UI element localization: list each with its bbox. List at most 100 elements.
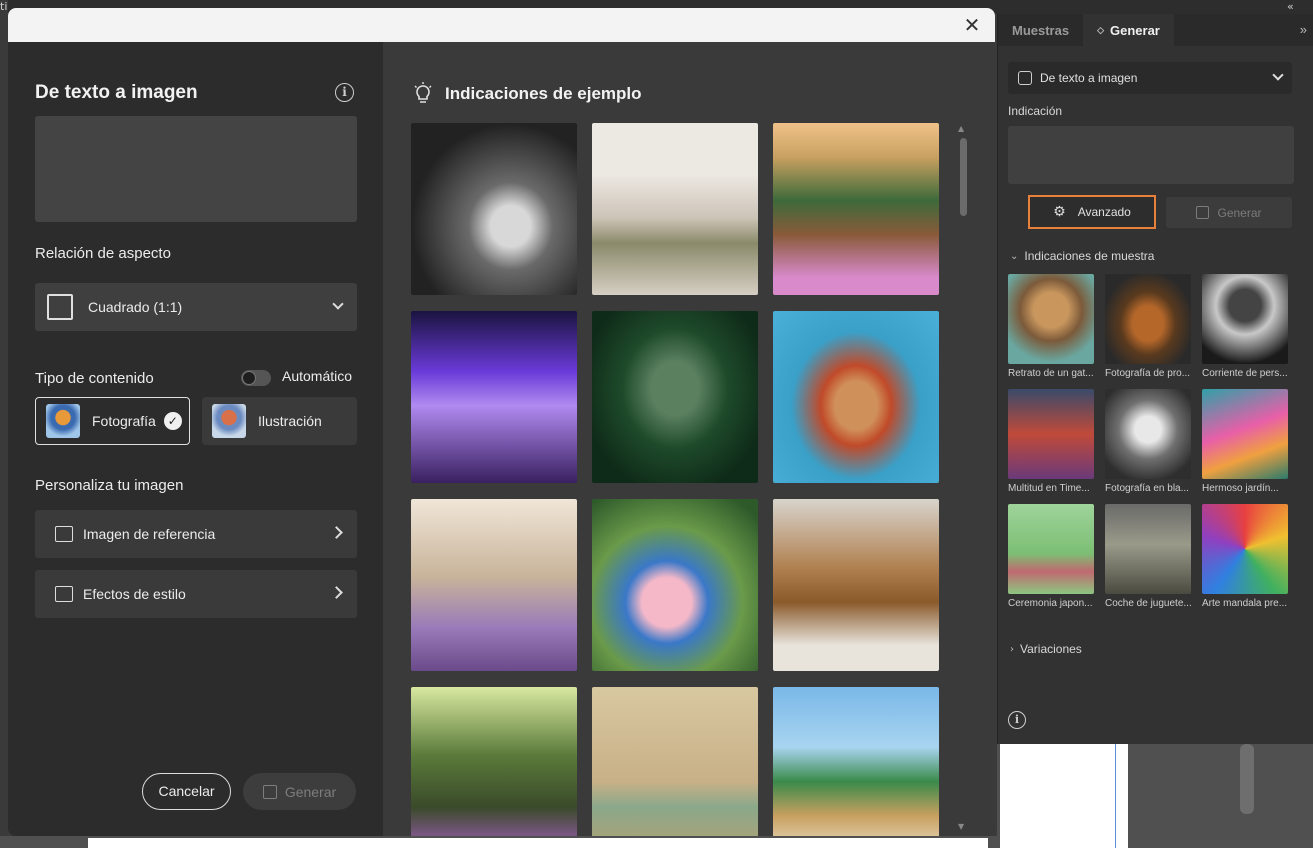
close-icon[interactable]: ✕	[959, 12, 985, 38]
sample-item[interactable]: Retrato de un gat...	[1008, 274, 1096, 379]
chevron-down-icon	[1272, 69, 1284, 81]
sample-item[interactable]: Fotografía de pro...	[1105, 274, 1193, 379]
content-type-photo-label: Fotografía	[92, 413, 156, 429]
sample-item[interactable]: Fotografía en bla...	[1105, 389, 1193, 494]
advanced-button[interactable]: ⚙ Avanzado	[1028, 195, 1156, 229]
sample-item[interactable]: Ceremonia japon...	[1008, 504, 1096, 609]
cancel-button[interactable]: Cancelar	[142, 773, 231, 810]
sample-thumbnail	[1008, 389, 1094, 479]
style-effects-label: Efectos de estilo	[83, 586, 186, 602]
sample-thumbnail	[1202, 504, 1288, 594]
sample-caption: Hermoso jardín...	[1202, 483, 1279, 494]
sample-item[interactable]: Corriente de pers...	[1202, 274, 1290, 379]
tab-generar-label: Generar	[1110, 22, 1160, 38]
sample-caption: Fotografía en bla...	[1105, 483, 1189, 494]
sample-item[interactable]: Arte mandala pre...	[1202, 504, 1290, 609]
generate-panel: Muestras ◇ Generar » De texto a imagen In…	[997, 14, 1313, 744]
example-image-fashion[interactable]	[773, 499, 939, 671]
aspect-ratio-select[interactable]: Cuadrado (1:1)	[35, 283, 357, 331]
panel-tabs: Muestras ◇ Generar »	[998, 14, 1313, 46]
app-left-edge	[0, 0, 8, 848]
sample-grid: Retrato de un gat... Fotografía de pro..…	[1008, 274, 1296, 609]
example-image-beach-house[interactable]	[773, 687, 939, 836]
content-type-illustration-label: Ilustración	[258, 413, 322, 429]
toggle-knob	[242, 371, 256, 385]
generate-button[interactable]: Generar	[243, 773, 356, 810]
panel-generate-button[interactable]: Generar	[1166, 197, 1292, 228]
example-image-still-life[interactable]	[592, 687, 758, 836]
example-image-statue[interactable]	[592, 311, 758, 483]
chevron-right-icon: ›	[1010, 643, 1014, 655]
dialog-header: ✕	[8, 8, 995, 42]
style-effects-icon	[55, 586, 73, 602]
examples-title: Indicaciones de ejemplo	[445, 84, 642, 103]
sample-thumbnail	[1008, 274, 1094, 364]
example-image-lavender-hall[interactable]	[411, 499, 577, 671]
sample-item[interactable]: Hermoso jardín...	[1202, 389, 1290, 494]
checkmark-icon: ✓	[163, 412, 182, 430]
sample-thumbnail	[1105, 504, 1191, 594]
info-icon[interactable]: i	[335, 83, 354, 102]
content-type-label: Tipo de contenido	[35, 370, 154, 387]
sample-item[interactable]: Multitud en Time...	[1008, 389, 1096, 494]
generate-icon	[1196, 206, 1210, 219]
prompt-label: Indicación	[1008, 104, 1063, 118]
example-image-bird[interactable]	[592, 499, 758, 671]
sample-item[interactable]: Coche de juguete...	[1105, 504, 1193, 609]
panel-collapse-icon[interactable]: »	[1300, 22, 1307, 37]
chevron-right-icon	[330, 586, 343, 599]
text-to-image-dialog: ✕ De texto a imagen i Relación de aspect…	[8, 8, 995, 836]
collapse-panels-icon[interactable]: «	[1287, 0, 1294, 13]
reference-image-icon	[55, 526, 73, 542]
tab-dot-icon: ◇	[1097, 24, 1104, 35]
example-image-birthday[interactable]	[411, 311, 577, 483]
gallery-scrollbar[interactable]: ▲ ▼	[957, 124, 969, 832]
generate-icon	[262, 784, 277, 799]
style-effects-button[interactable]: Efectos de estilo	[35, 570, 357, 618]
samples-section-header[interactable]: ⌄ Indicaciones de muestra	[1010, 249, 1154, 263]
scroll-up-icon[interactable]: ▲	[958, 124, 964, 133]
document-scrollbar[interactable]	[1240, 744, 1254, 814]
sample-thumbnail	[1105, 274, 1191, 364]
samples-label: Indicaciones de muestra	[1024, 249, 1155, 263]
info-icon[interactable]: i	[1008, 711, 1026, 729]
document-canvas	[88, 838, 988, 848]
dialog-title: De texto a imagen	[35, 82, 198, 103]
mode-select[interactable]: De texto a imagen	[1008, 62, 1292, 94]
advanced-label: Avanzado	[1077, 205, 1131, 219]
auto-toggle[interactable]	[241, 370, 271, 386]
tab-generar[interactable]: ◇ Generar	[1083, 14, 1174, 46]
scroll-down-icon[interactable]: ▼	[958, 822, 964, 831]
example-gallery	[411, 123, 941, 836]
variations-label: Variaciones	[1020, 642, 1082, 656]
example-image-interior[interactable]	[592, 123, 758, 295]
sample-caption: Fotografía de pro...	[1105, 368, 1191, 379]
chevron-down-icon	[332, 298, 344, 310]
sample-caption: Retrato de un gat...	[1008, 368, 1094, 379]
square-icon	[47, 294, 73, 320]
examples-pane: Indicaciones de ejemplo ▲ ▼	[383, 42, 995, 836]
sample-thumbnail	[1202, 389, 1288, 479]
example-image-portrait[interactable]	[773, 311, 939, 483]
reference-image-button[interactable]: Imagen de referencia	[35, 510, 357, 558]
sample-caption: Coche de juguete...	[1105, 598, 1192, 609]
chevron-down-icon: ⌄	[1010, 250, 1019, 262]
prompt-input[interactable]	[35, 116, 357, 222]
content-type-photo[interactable]: Fotografía ✓	[35, 397, 190, 445]
content-type-illustration[interactable]: Ilustración	[202, 397, 357, 445]
generate-label: Generar	[284, 783, 337, 800]
gear-icon: ⚙	[1053, 204, 1066, 220]
sample-thumbnail	[1202, 274, 1288, 364]
scrollbar-thumb[interactable]	[960, 138, 967, 216]
sample-caption: Multitud en Time...	[1008, 483, 1090, 494]
example-image-marble[interactable]	[411, 123, 577, 295]
guide-line	[1115, 744, 1116, 848]
example-image-cat[interactable]	[773, 123, 939, 295]
lightbulb-icon	[414, 82, 432, 103]
example-image-forest[interactable]	[411, 687, 577, 836]
tab-muestras[interactable]: Muestras	[998, 14, 1083, 46]
variations-section-header[interactable]: › Variaciones	[1010, 642, 1082, 656]
sample-thumbnail	[1105, 389, 1191, 479]
customize-label: Personaliza tu imagen	[35, 477, 184, 494]
panel-prompt-input[interactable]	[1008, 126, 1294, 184]
